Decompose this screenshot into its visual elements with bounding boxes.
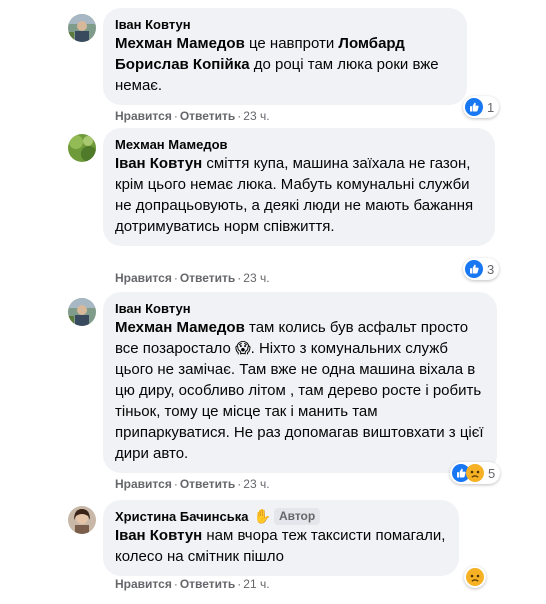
reply-button[interactable]: Ответить — [180, 577, 235, 591]
like-button[interactable]: Нравится — [115, 109, 172, 123]
comment-text: Іван Ковтун сміття купа, машина заїхала … — [115, 155, 474, 235]
reaction-count: 5 — [488, 465, 496, 481]
comment-author[interactable]: Іван Ковтун — [115, 16, 455, 33]
scream-emoji: 😱 — [235, 340, 251, 357]
comment-bubble: Іван Ковтун Мехман Мамедов там колись бу… — [103, 292, 497, 473]
comment-text: Мехман Мамедов це навпроти Ломбард Борис… — [115, 35, 439, 94]
reply-button[interactable]: Ответить — [180, 109, 235, 123]
timestamp[interactable]: 23 ч. — [243, 109, 269, 123]
reply-button[interactable]: Ответить — [180, 271, 235, 285]
avatar[interactable] — [68, 134, 96, 162]
comment-text: Мехман Мамедов там колись був асфальт пр… — [115, 319, 484, 462]
mention-link[interactable]: Мехман Мамедов — [115, 35, 245, 52]
comment-bubble: Мехман Мамедов Іван Ковтун сміття купа, … — [103, 128, 495, 246]
comment-actions: Нравится · Ответить · 23 ч. — [115, 271, 270, 285]
mention-link[interactable]: Мехман Мамедов — [115, 319, 245, 336]
reaction-summary[interactable]: 5 — [450, 462, 501, 484]
author-badge: Автор — [273, 508, 321, 525]
timestamp[interactable]: 21 ч. — [243, 577, 269, 591]
comment-bubble: Іван Ковтун Мехман Мамедов це навпроти Л… — [103, 8, 467, 105]
reaction-count: 1 — [487, 99, 495, 115]
reaction-summary[interactable]: 1 — [463, 96, 500, 118]
comment-author: Христина Бачинська ✋ Автор — [115, 508, 447, 525]
avatar[interactable] — [68, 14, 96, 42]
timestamp[interactable]: 23 ч. — [243, 477, 269, 491]
comment-actions: Нравится · Ответить · 23 ч. — [115, 109, 270, 123]
sad-icon — [466, 464, 484, 482]
reaction-count: 3 — [487, 261, 495, 277]
comment-text: Іван Ковтун нам вчора теж таксисти помаг… — [115, 527, 446, 565]
like-icon — [465, 260, 483, 278]
reply-button[interactable]: Ответить — [180, 477, 235, 491]
like-icon — [465, 98, 483, 116]
mention-link[interactable]: Іван Ковтун — [115, 527, 202, 544]
timestamp[interactable]: 23 ч. — [243, 271, 269, 285]
comment-actions: Нравится · Ответить · 23 ч. — [115, 477, 270, 491]
avatar[interactable] — [68, 298, 96, 326]
reaction-summary[interactable] — [464, 566, 486, 588]
comment-bubble: Христина Бачинська ✋ Автор Іван Ковтун нам… — [103, 500, 459, 576]
avatar[interactable] — [68, 506, 96, 534]
like-button[interactable]: Нравится — [115, 577, 172, 591]
sad-icon — [466, 568, 484, 586]
comment-actions: Нравится · Ответить · 21 ч. — [115, 577, 270, 591]
wave-icon: ✋ — [253, 508, 271, 524]
mention-link[interactable]: Іван Ковтун — [115, 155, 202, 172]
reaction-summary[interactable]: 3 — [463, 258, 500, 280]
like-button[interactable]: Нравится — [115, 271, 172, 285]
comment-author[interactable]: Іван Ковтун — [115, 300, 485, 317]
comment-author[interactable]: Мехман Мамедов — [115, 136, 483, 153]
author-name[interactable]: Христина Бачинська — [115, 508, 249, 525]
like-button[interactable]: Нравится — [115, 477, 172, 491]
